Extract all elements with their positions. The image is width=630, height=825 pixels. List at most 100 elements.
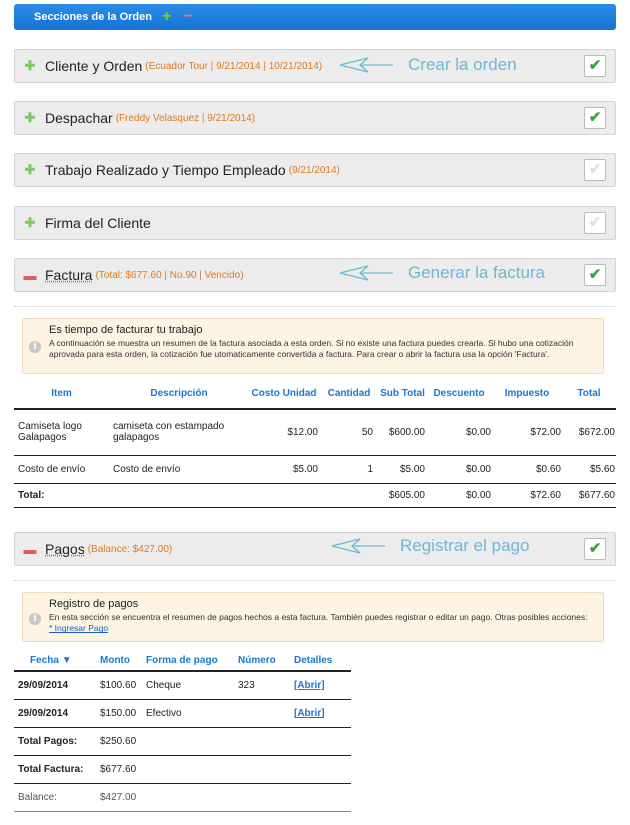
collapse-minus-icon[interactable]: ▬ bbox=[23, 268, 37, 283]
info-icon: i bbox=[29, 613, 41, 625]
notice-body: En esta sección se encuentra el resumen … bbox=[49, 612, 588, 623]
col-header: Item bbox=[51, 388, 72, 399]
cell-discount: $0.00 bbox=[465, 426, 491, 438]
section-despachar[interactable]: ✚ Despachar (Freddy Velasquez | 9/21/201… bbox=[14, 101, 616, 135]
section-title: Trabajo Realizado y Tiempo Empleado bbox=[45, 162, 286, 178]
col-header: Forma de pago bbox=[146, 654, 218, 666]
balance-row: Balance: $427.00 bbox=[14, 783, 351, 812]
invoice-table: Item Descripción Costo Unidad Cantidad S… bbox=[14, 379, 616, 508]
expand-plus-icon[interactable]: ✚ bbox=[23, 110, 37, 126]
cell-monto: $100.60 bbox=[96, 671, 142, 700]
expand-plus-icon[interactable]: ✚ bbox=[23, 58, 37, 74]
col-header: Descripción bbox=[150, 388, 208, 399]
cell-numero bbox=[234, 699, 290, 728]
section-title[interactable]: Factura bbox=[45, 267, 92, 283]
total-pagos-value: $250.60 bbox=[96, 727, 142, 756]
table-row: 29/09/2014 $100.60 Cheque 323 [Abrir] bbox=[14, 671, 351, 700]
section-check-checkbox[interactable]: ✔ bbox=[584, 264, 606, 286]
sort-desc-icon[interactable]: ▼ bbox=[62, 655, 72, 666]
cell-tax: $72.00 bbox=[530, 426, 561, 438]
section-check-checkbox[interactable]: ✔ bbox=[584, 159, 606, 181]
sections-header-bar: Secciones de la Orden + − bbox=[14, 4, 616, 30]
notice-title: Es tiempo de facturar tu trabajo bbox=[49, 324, 203, 336]
divider bbox=[14, 580, 616, 581]
col-header: Impuesto bbox=[504, 388, 550, 399]
minus-icon[interactable]: − bbox=[183, 9, 192, 25]
section-meta: (Total: $677.60 | No.90 | Vencido) bbox=[95, 269, 244, 281]
total-factura-value: $677.60 bbox=[96, 755, 142, 784]
annotation-text: Crear la orden bbox=[408, 55, 517, 74]
collapse-minus-icon[interactable]: ▬ bbox=[23, 542, 37, 557]
plus-icon[interactable]: + bbox=[162, 9, 171, 25]
cell-total: $677.60 bbox=[562, 483, 616, 508]
notice-body: A continuación se muestra un resumen de … bbox=[49, 338, 574, 360]
col-header: Sub Total bbox=[380, 388, 425, 399]
table-row: Camiseta logo Galapagos camiseta con est… bbox=[14, 409, 616, 455]
cell-discount: $0.00 bbox=[465, 463, 491, 475]
cell-discount: $0.00 bbox=[426, 483, 492, 508]
cell-fecha: 29/09/2014 bbox=[14, 671, 96, 700]
section-title: Firma del Cliente bbox=[45, 215, 151, 231]
section-cliente-orden[interactable]: ✚ Cliente y Orden (Ecuador Tour | 9/21/2… bbox=[14, 49, 616, 83]
divider bbox=[14, 306, 616, 307]
total-factura-row: Total Factura: $677.60 bbox=[14, 755, 351, 784]
cell-desc: camiseta con estampado galapagos bbox=[113, 421, 225, 444]
arrow-left-icon bbox=[339, 57, 393, 73]
arrow-left-icon bbox=[339, 265, 393, 281]
cell-forma: Cheque bbox=[142, 671, 234, 700]
section-meta: (9/21/2014) bbox=[288, 164, 340, 176]
section-trabajo[interactable]: ✚ Trabajo Realizado y Tiempo Empleado (9… bbox=[14, 153, 616, 187]
invoice-notice: i Es tiempo de facturar tu trabajo A con… bbox=[22, 318, 604, 374]
cell-subtotal: $605.00 bbox=[379, 483, 426, 508]
cell-monto: $150.00 bbox=[96, 699, 142, 728]
total-pagos-label: Total Pagos: bbox=[14, 727, 96, 756]
cell-numero: 323 bbox=[234, 671, 290, 700]
expand-plus-icon[interactable]: ✚ bbox=[23, 162, 37, 178]
section-title: Despachar bbox=[45, 110, 113, 126]
cell-tax: $0.60 bbox=[535, 463, 561, 475]
annotation-crear-orden: Crear la orden bbox=[338, 55, 517, 75]
table-header-row: Fecha ▼ Monto Forma de pago Número Detal… bbox=[14, 650, 351, 671]
total-pagos-row: Total Pagos: $250.60 bbox=[14, 727, 351, 756]
section-title[interactable]: Pagos bbox=[45, 541, 85, 557]
info-icon: i bbox=[29, 341, 41, 353]
section-check-checkbox[interactable]: ✔ bbox=[584, 55, 606, 77]
ingresar-pago-link[interactable]: * Ingresar Pago bbox=[49, 623, 595, 634]
balance-value: $427.00 bbox=[96, 783, 142, 812]
section-check-checkbox[interactable]: ✔ bbox=[584, 212, 606, 234]
cell-forma: Efectivo bbox=[142, 699, 234, 728]
col-header-fecha[interactable]: Fecha ▼ bbox=[14, 650, 96, 671]
total-factura-label: Total Factura: bbox=[14, 755, 96, 784]
section-title: Cliente y Orden bbox=[45, 58, 143, 74]
sections-header-title: Secciones de la Orden bbox=[34, 11, 152, 23]
table-row: Costo de envío Costo de envío $5.00 1 $5… bbox=[14, 455, 616, 483]
table-row: 29/09/2014 $150.00 Efectivo [Abrir] bbox=[14, 699, 351, 728]
cell-qty: 1 bbox=[367, 463, 373, 475]
abrir-link[interactable]: [Abrir] bbox=[294, 680, 325, 691]
cell-fecha: 29/09/2014 bbox=[14, 699, 96, 728]
col-header: Costo Unidad bbox=[251, 388, 317, 399]
section-meta: (Balance: $427.00) bbox=[87, 543, 173, 555]
table-header-row: Item Descripción Costo Unidad Cantidad S… bbox=[14, 379, 616, 409]
cell-total: $5.60 bbox=[589, 463, 615, 475]
annotation-registrar-pago: Registrar el pago bbox=[330, 536, 529, 556]
section-check-checkbox[interactable]: ✔ bbox=[584, 538, 606, 560]
col-header: Descuento bbox=[433, 388, 485, 399]
balance-label: Balance: bbox=[14, 783, 96, 812]
section-check-checkbox[interactable]: ✔ bbox=[584, 107, 606, 129]
section-firma[interactable]: ✚ Firma del Cliente ✔ bbox=[14, 206, 616, 240]
col-header: Detalles bbox=[294, 654, 333, 666]
annotation-text: Registrar el pago bbox=[400, 536, 530, 555]
cell-cost: $12.00 bbox=[287, 426, 318, 438]
col-header: Número bbox=[238, 654, 276, 666]
payments-notice: i Registro de pagos En esta sección se e… bbox=[22, 592, 604, 642]
cell-cost: $5.00 bbox=[292, 463, 318, 475]
notice-title: Registro de pagos bbox=[49, 598, 139, 610]
expand-plus-icon[interactable]: ✚ bbox=[23, 215, 37, 231]
cell-item: Camiseta logo Galapagos bbox=[18, 421, 82, 444]
arrow-left-icon bbox=[331, 538, 385, 554]
cell-total-label: Total: bbox=[14, 483, 109, 508]
abrir-link[interactable]: [Abrir] bbox=[294, 708, 325, 719]
cell-subtotal: $5.00 bbox=[399, 463, 425, 475]
cell-qty: 50 bbox=[361, 426, 373, 438]
